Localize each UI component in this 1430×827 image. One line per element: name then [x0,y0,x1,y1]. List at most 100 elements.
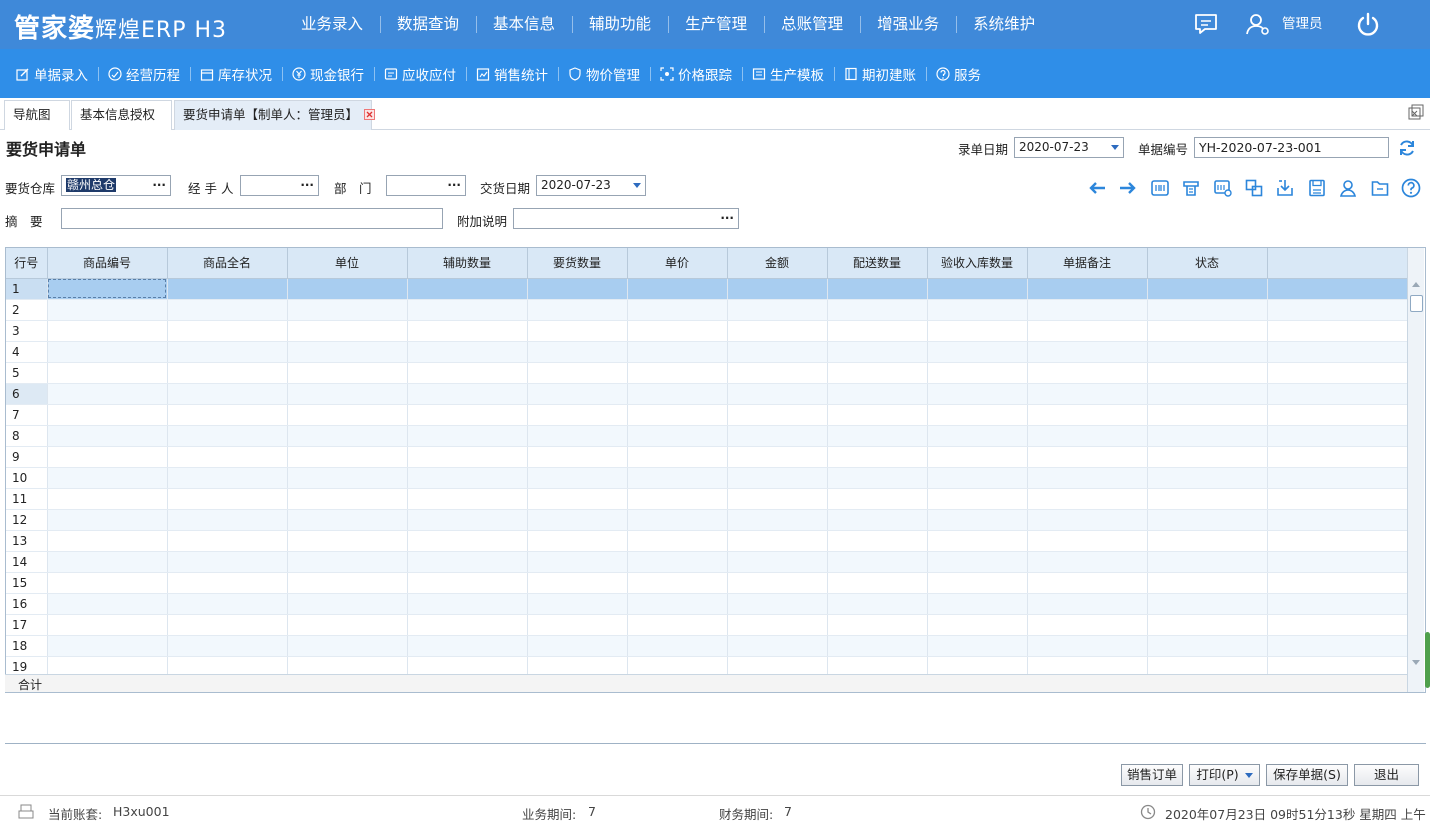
table-cell[interactable] [727,509,828,531]
table-cell[interactable] [727,299,828,321]
refresh-icon[interactable] [1397,138,1417,158]
table-cell[interactable] [287,614,408,636]
table-cell[interactable] [287,362,408,384]
table-cell[interactable] [1027,572,1148,594]
table-cell[interactable] [47,446,168,468]
table-cell[interactable] [287,278,408,300]
table-cell[interactable] [1147,320,1268,342]
more-icon[interactable]: ··· [720,209,734,228]
table-cell[interactable] [47,404,168,426]
table-cell[interactable] [407,425,528,447]
table-cell[interactable] [47,635,168,657]
exit-button[interactable]: 退出 [1354,764,1419,786]
table-cell[interactable] [927,362,1028,384]
table-row[interactable]: 4 [6,341,1408,363]
table-cell[interactable] [287,593,408,615]
table-cell[interactable] [1147,614,1268,636]
table-cell[interactable] [167,362,288,384]
table-cell[interactable] [47,299,168,321]
table-cell[interactable] [1147,341,1268,363]
table-cell[interactable] [287,530,408,552]
table-cell[interactable] [287,509,408,531]
table-cell[interactable] [167,530,288,552]
table-cell[interactable] [527,320,628,342]
table-cell[interactable] [827,614,928,636]
table-cell[interactable] [927,551,1028,573]
table-cell[interactable] [1147,593,1268,615]
table-cell[interactable] [407,530,528,552]
prev-arrow-icon[interactable] [1085,176,1109,200]
column-header[interactable]: 单据备注 [1027,248,1148,279]
table-cell[interactable] [827,383,928,405]
column-header[interactable]: 单价 [627,248,728,279]
table-row[interactable]: 9 [6,446,1408,468]
toolbar-stock[interactable]: 库存状况 [190,49,282,98]
table-cell[interactable] [407,341,528,363]
table-cell[interactable] [1027,530,1148,552]
table-cell[interactable] [827,551,928,573]
table-cell[interactable] [927,320,1028,342]
table-cell[interactable] [1147,467,1268,489]
table-cell[interactable] [627,572,728,594]
table-cell[interactable] [47,341,168,363]
handler-field[interactable]: ··· [240,175,319,196]
table-cell[interactable] [1147,509,1268,531]
table-row[interactable]: 10 [6,467,1408,489]
table-cell[interactable] [927,467,1028,489]
table-cell[interactable] [527,299,628,321]
table-cell[interactable] [627,383,728,405]
close-icon[interactable] [364,109,376,120]
table-cell[interactable] [287,446,408,468]
table-cell[interactable] [927,530,1028,552]
more-icon[interactable]: ··· [152,176,166,195]
table-cell[interactable] [287,572,408,594]
table-row[interactable]: 13 [6,530,1408,552]
table-cell[interactable] [927,614,1028,636]
table-cell[interactable] [627,341,728,363]
table-cell[interactable] [527,593,628,615]
table-cell[interactable] [727,404,828,426]
table-cell[interactable] [1027,425,1148,447]
table-cell[interactable] [727,320,828,342]
table-cell[interactable] [167,551,288,573]
table-cell[interactable] [287,488,408,510]
table-cell[interactable] [927,404,1028,426]
table-cell[interactable] [167,467,288,489]
column-header[interactable]: 要货数量 [527,248,628,279]
table-cell[interactable] [47,530,168,552]
table-row[interactable]: 14 [6,551,1408,573]
restore-window-icon[interactable] [1408,104,1424,120]
toolbar-receivable-payable[interactable]: 应收应付 [374,49,466,98]
toolbar-opening-accounts[interactable]: 期初建账 [834,49,926,98]
table-cell[interactable] [727,530,828,552]
table-cell[interactable] [627,299,728,321]
table-cell[interactable] [1147,530,1268,552]
table-cell[interactable] [1027,551,1148,573]
table-cell[interactable] [167,614,288,636]
table-cell[interactable] [527,425,628,447]
column-header[interactable]: 辅助数量 [407,248,528,279]
toolbar-doc-entry[interactable]: 单据录入 [6,49,98,98]
table-cell[interactable] [1027,320,1148,342]
table-cell[interactable] [407,362,528,384]
table-cell[interactable] [627,593,728,615]
toolbar-sales-stats[interactable]: 销售统计 [466,49,558,98]
table-cell[interactable] [47,320,168,342]
table-cell[interactable] [827,341,928,363]
side-handle[interactable] [1425,632,1430,688]
table-cell[interactable] [727,551,828,573]
barcode-icon[interactable] [1148,176,1172,200]
save-button[interactable]: 保存单据(S) [1266,764,1348,786]
table-cell[interactable] [1147,362,1268,384]
table-cell[interactable] [527,362,628,384]
table-cell[interactable] [627,425,728,447]
help-circle-icon[interactable] [1399,176,1423,200]
folder-icon[interactable] [1368,176,1392,200]
table-cell[interactable] [727,572,828,594]
table-cell[interactable] [1147,404,1268,426]
table-cell[interactable] [47,593,168,615]
tab-purchase-request[interactable]: 要货申请单【制单人：管理员】 [174,100,376,130]
table-cell[interactable] [527,404,628,426]
table-cell[interactable] [167,509,288,531]
table-row[interactable]: 16 [6,593,1408,615]
